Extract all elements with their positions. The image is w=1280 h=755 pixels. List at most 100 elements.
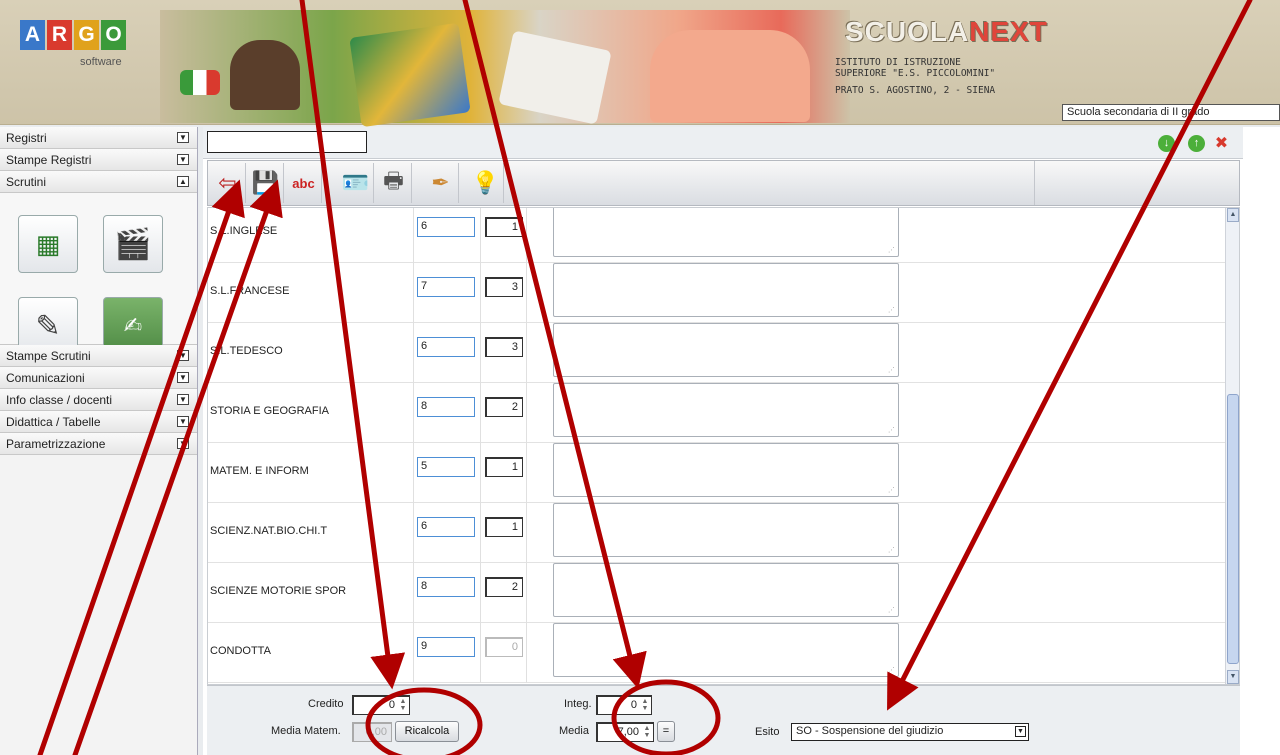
absences-field[interactable]: 1 — [485, 517, 523, 537]
absences-field[interactable]: 2 — [485, 397, 523, 417]
italian-flag-icon — [180, 70, 220, 95]
spinner-icon[interactable]: ▲ ▼ — [398, 698, 408, 713]
chevron-down-icon[interactable]: ▼ — [177, 132, 189, 143]
resize-grip-icon[interactable]: ⋰ — [888, 546, 895, 554]
chair-illustration — [230, 40, 300, 110]
sidebar-item-comunicazioni[interactable]: Comunicazioni ▼ — [0, 367, 197, 389]
grade-field[interactable]: 6 — [417, 517, 475, 537]
chevron-down-icon[interactable]: ▼ — [1015, 726, 1026, 737]
scroll-up-icon[interactable]: ▲ — [1227, 208, 1239, 222]
comment-textarea[interactable]: ⋰ — [553, 503, 899, 557]
arrow-up-icon[interactable]: ↑ — [1188, 135, 1205, 152]
table-row: S.L.FRANCESE 7 3 ⋰ — [208, 263, 1226, 323]
arrow-down-icon[interactable]: ↓ — [1158, 135, 1175, 152]
sidebar-item-scrutini[interactable]: Scrutini ▲ — [0, 171, 197, 193]
comment-textarea[interactable]: ⋰ — [553, 383, 899, 437]
credito-field[interactable]: 0 ▲ ▼ — [352, 695, 410, 715]
resize-grip-icon[interactable]: ⋰ — [888, 306, 895, 314]
lightbulb-icon[interactable]: 💡 — [468, 163, 504, 203]
absences-field[interactable]: 3 — [485, 277, 523, 297]
absences-field[interactable]: 1 — [485, 217, 523, 237]
grade-field[interactable]: 9 — [417, 637, 475, 657]
esito-value: SO - Sospensione del giudizio — [796, 725, 944, 737]
chevron-down-icon[interactable]: ▼ — [177, 438, 189, 449]
table-row: CONDOTTA 9 0 ⋰ — [208, 623, 1226, 683]
scroll-thumb[interactable] — [1227, 394, 1239, 664]
column-divider — [480, 383, 481, 443]
integ-field[interactable]: 0 ▲ ▼ — [596, 695, 652, 715]
subject-name: STORIA E GEOGRAFIA — [210, 405, 329, 417]
chevron-down-icon[interactable]: ▼ — [177, 372, 189, 383]
absences-field[interactable]: 1 — [485, 457, 523, 477]
signature-icon[interactable]: ✒ — [423, 163, 459, 203]
sidebar-item-registri[interactable]: Registri ▼ — [0, 127, 197, 149]
comment-textarea[interactable]: ⋰ — [553, 443, 899, 497]
resize-grip-icon[interactable]: ⋰ — [888, 606, 895, 614]
chevron-down-icon[interactable]: ▼ — [177, 154, 189, 165]
comment-textarea[interactable]: ⋰ — [553, 563, 899, 617]
brand-part2: NEXT — [969, 16, 1048, 47]
sidebar-item-label: Didattica / Tabelle — [6, 415, 101, 429]
institute-name: ISTITUTO DI ISTRUZIONE SUPERIORE "E.S. P… — [835, 57, 995, 79]
sidebar-item-label: Stampe Registri — [6, 153, 92, 167]
grade-field[interactable]: 5 — [417, 457, 475, 477]
esito-select[interactable]: SO - Sospensione del giudizio ▼ — [791, 723, 1029, 741]
chevron-down-icon[interactable]: ▼ — [177, 350, 189, 361]
spinner-icon[interactable]: ▲ ▼ — [640, 698, 650, 713]
clapperboard-icon[interactable]: 🎬 — [103, 215, 163, 273]
integ-label: Integ. — [564, 698, 592, 710]
comment-textarea[interactable]: ⋰ — [553, 208, 899, 257]
school-level-select[interactable]: Scuola secondaria di II grado — [1062, 104, 1280, 121]
class-name-field[interactable] — [207, 131, 367, 153]
print-icon[interactable]: 🖶 — [376, 163, 412, 203]
absences-field[interactable]: 3 — [485, 337, 523, 357]
table-row: STORIA E GEOGRAFIA 8 2 ⋰ — [208, 383, 1226, 443]
grade-field[interactable]: 8 — [417, 397, 475, 417]
sidebar-item-stampe-registri[interactable]: Stampe Registri ▼ — [0, 149, 197, 171]
resize-grip-icon[interactable]: ⋰ — [888, 366, 895, 374]
grade-field[interactable]: 6 — [417, 217, 475, 237]
equals-button[interactable]: = — [657, 721, 675, 742]
resize-grip-icon[interactable]: ⋰ — [888, 666, 895, 674]
grades-grid-icon[interactable]: ▦ — [18, 215, 78, 273]
media-field[interactable]: 7,00 ▲ ▼ — [596, 722, 654, 742]
people-illustration — [650, 30, 810, 122]
close-icon[interactable]: ✖ — [1213, 135, 1230, 152]
absences-field[interactable]: 2 — [485, 577, 523, 597]
resize-grip-icon[interactable]: ⋰ — [888, 486, 895, 494]
grade-field[interactable]: 7 — [417, 277, 475, 297]
column-divider — [480, 208, 481, 263]
table-row: S.L.INGLESE 6 1 ⋰ — [208, 208, 1226, 263]
grade-field[interactable]: 8 — [417, 577, 475, 597]
id-card-icon[interactable]: 🪪 — [338, 163, 374, 203]
sidebar-item-info-classe[interactable]: Info classe / docenti ▼ — [0, 389, 197, 411]
spinner-icon[interactable]: ▲ ▼ — [642, 725, 652, 740]
exit-icon[interactable]: ⇦ — [210, 163, 246, 203]
spellcheck-icon[interactable]: abc — [286, 163, 322, 203]
resize-grip-icon[interactable]: ⋰ — [888, 426, 895, 434]
resize-grip-icon[interactable]: ⋰ — [888, 246, 895, 254]
column-divider — [413, 563, 414, 623]
logo-letter: A — [20, 20, 45, 50]
sidebar-item-didattica[interactable]: Didattica / Tabelle ▼ — [0, 411, 197, 433]
media-matem-field: 0,00 — [352, 722, 392, 742]
comment-textarea[interactable]: ⋰ — [553, 623, 899, 677]
chevron-up-icon[interactable]: ▲ — [177, 176, 189, 187]
institute-line1: ISTITUTO DI ISTRUZIONE — [835, 57, 961, 68]
column-divider — [526, 503, 527, 563]
column-divider — [526, 563, 527, 623]
top-bar: ↓ ↑ ✖ — [203, 127, 1243, 159]
comment-textarea[interactable]: ⋰ — [553, 263, 899, 317]
scroll-down-icon[interactable]: ▼ — [1227, 670, 1239, 684]
vertical-scrollbar[interactable]: ▲ ▼ — [1225, 208, 1239, 684]
grade-field[interactable]: 6 — [417, 337, 475, 357]
sidebar-item-label: Stampe Scrutini — [6, 349, 91, 363]
toolbar: ⇦ 💾 abc 🪪 🖶 ✒ 💡 — [207, 160, 1240, 206]
sidebar-item-stampe-scrutini[interactable]: Stampe Scrutini ▼ — [0, 345, 197, 367]
chevron-down-icon[interactable]: ▼ — [177, 394, 189, 405]
chevron-down-icon[interactable]: ▼ — [177, 416, 189, 427]
sidebar-item-parametrizzazione[interactable]: Parametrizzazione ▼ — [0, 433, 197, 455]
save-icon[interactable]: 💾 — [248, 163, 284, 203]
ricalcola-button[interactable]: Ricalcola — [395, 721, 459, 742]
comment-textarea[interactable]: ⋰ — [553, 323, 899, 377]
